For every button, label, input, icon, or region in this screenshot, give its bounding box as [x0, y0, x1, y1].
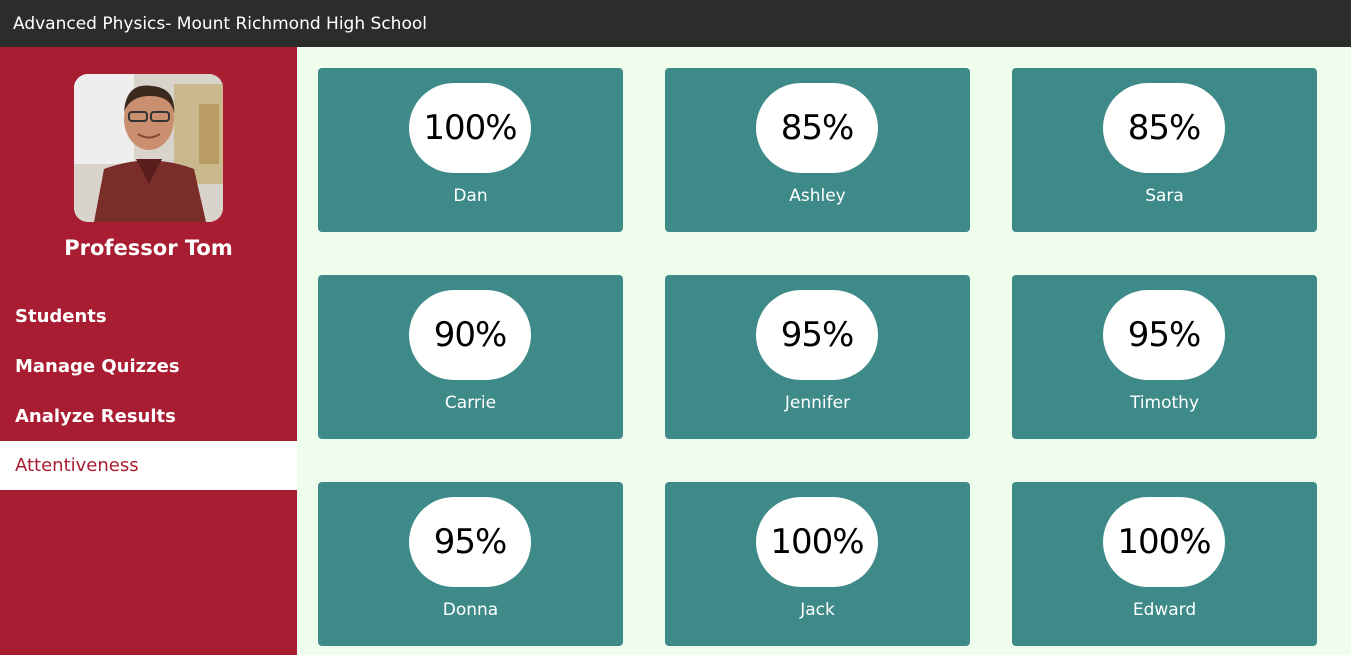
sidebar-item-label: Students: [15, 305, 107, 327]
score-badge: 100%: [1103, 497, 1225, 587]
score-badge: 100%: [756, 497, 878, 587]
student-name: Carrie: [444, 393, 497, 413]
student-card[interactable]: 95% Timothy: [1012, 275, 1317, 439]
sidebar-item-label: Analyze Results: [15, 405, 176, 427]
sidebar-item-label: Manage Quizzes: [15, 355, 180, 377]
student-card[interactable]: 95% Jennifer: [665, 275, 970, 439]
student-card[interactable]: 100% Dan: [318, 68, 623, 232]
app-title: Advanced Physics- Mount Richmond High Sc…: [13, 13, 427, 34]
score-badge: 95%: [756, 290, 878, 380]
student-card[interactable]: 100% Jack: [665, 482, 970, 646]
student-score-grid: 100% Dan 85% Ashley 85% Sara 90% Carrie …: [318, 68, 1317, 646]
sidebar-item-label: Attentiveness: [15, 455, 139, 476]
score-badge: 85%: [1103, 83, 1225, 173]
student-name: Timothy: [1129, 393, 1200, 413]
score-badge: 100%: [409, 83, 531, 173]
sidebar-nav: Students Manage Quizzes Analyze Results …: [0, 291, 297, 490]
student-card[interactable]: 85% Ashley: [665, 68, 970, 232]
student-name: Dan: [453, 186, 488, 206]
student-name: Sara: [1145, 186, 1184, 206]
student-card[interactable]: 90% Carrie: [318, 275, 623, 439]
score-badge: 95%: [409, 497, 531, 587]
score-badge: 90%: [409, 290, 531, 380]
student-name: Edward: [1132, 600, 1197, 620]
student-card[interactable]: 95% Donna: [318, 482, 623, 646]
sidebar-item-analyze-results[interactable]: Analyze Results: [0, 391, 297, 441]
avatar: [74, 74, 223, 222]
sidebar: Professor Tom Students Manage Quizzes An…: [0, 47, 297, 655]
sidebar-item-attentiveness[interactable]: Attentiveness: [0, 441, 297, 490]
student-name: Jennifer: [784, 393, 851, 413]
student-card[interactable]: 85% Sara: [1012, 68, 1317, 232]
sidebar-item-students[interactable]: Students: [0, 291, 297, 341]
profile-name: Professor Tom: [64, 236, 233, 260]
student-name: Jack: [800, 600, 835, 620]
professor-photo: [74, 74, 223, 222]
student-name: Ashley: [789, 186, 846, 206]
student-card[interactable]: 100% Edward: [1012, 482, 1317, 646]
sidebar-item-manage-quizzes[interactable]: Manage Quizzes: [0, 341, 297, 391]
score-badge: 95%: [1103, 290, 1225, 380]
app-header: Advanced Physics- Mount Richmond High Sc…: [0, 0, 1351, 47]
student-name: Donna: [442, 600, 499, 620]
score-badge: 85%: [756, 83, 878, 173]
